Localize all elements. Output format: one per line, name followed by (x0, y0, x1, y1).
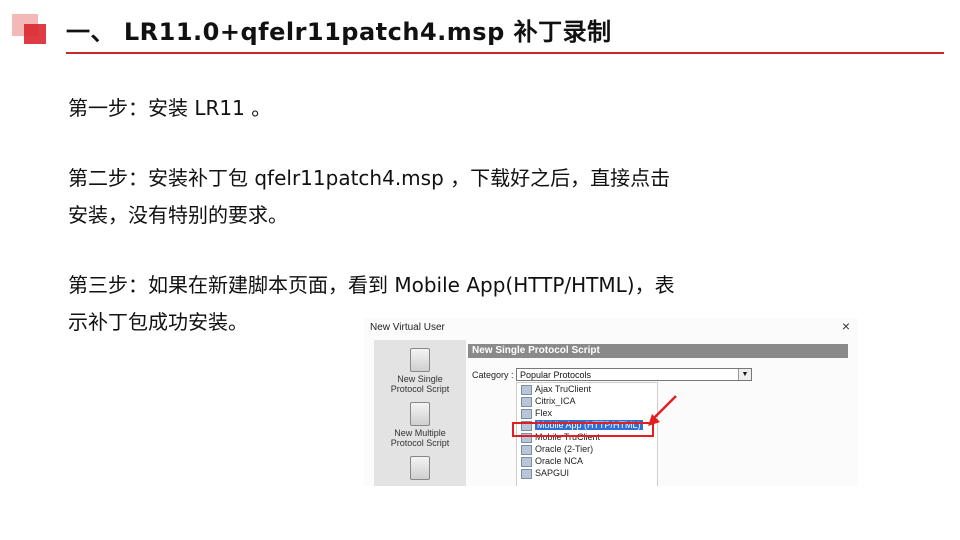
new-single-protocol-tool[interactable]: New Single Protocol Script (380, 348, 460, 394)
protocol-label: Flex (535, 408, 553, 418)
third-tool[interactable] (380, 456, 460, 482)
new-single-protocol-label: New Single Protocol Script (390, 374, 450, 394)
chevron-down-icon[interactable]: ▼ (738, 369, 751, 380)
script-icon (410, 348, 430, 372)
page-title: 一、 LR11.0+qfelr11patch4.msp 补丁录制 (66, 18, 612, 46)
protocol-icon (521, 457, 532, 467)
protocol-item[interactable]: Oracle (2-Tier) (517, 443, 657, 455)
section-header: New Single Protocol Script (468, 344, 848, 358)
protocol-label: Citrix_ICA (535, 396, 576, 406)
protocol-item[interactable]: SAPGUI (517, 467, 657, 479)
new-virtual-user-dialog-screenshot: New Virtual User × New Single Protocol S… (364, 318, 858, 486)
highlight-box (512, 422, 654, 437)
red-arrow-icon (648, 395, 677, 426)
protocol-item[interactable]: Flex (517, 407, 657, 419)
dialog-tool-pane: New Single Protocol Script New Multiple … (374, 340, 466, 486)
logo-icon (12, 14, 48, 44)
category-select[interactable]: Popular Protocols ▼ (516, 368, 752, 381)
new-multiple-protocol-tool[interactable]: New Multiple Protocol Script (380, 402, 460, 448)
protocol-icon (521, 409, 532, 419)
script-icon (410, 402, 430, 426)
close-icon[interactable]: × (842, 318, 850, 334)
dialog-title: New Virtual User (370, 322, 445, 333)
category-value: Popular Protocols (520, 370, 592, 380)
step-one: 第一步：安装 LR11 。 (68, 90, 271, 127)
protocol-label: Oracle NCA (535, 456, 584, 466)
step-two: 第二步：安装补丁包 qfelr11patch4.msp ，下载好之后，直接点击 … (68, 160, 670, 234)
step-three-line1: 第三步：如果在新建脚本页面，看到 Mobile App(HTTP/HTML)，表 (68, 273, 675, 297)
protocol-item[interactable]: Citrix_ICA (517, 395, 657, 407)
protocol-item[interactable]: Ajax TruClient (517, 383, 657, 395)
protocol-label: SAPGUI (535, 468, 570, 478)
protocol-label: Ajax TruClient (535, 384, 592, 394)
script-icon (410, 456, 430, 480)
category-label: Category : (472, 370, 514, 380)
protocol-item[interactable]: Oracle NCA (517, 455, 657, 467)
protocol-icon (521, 445, 532, 455)
protocol-label: Oracle (2-Tier) (535, 444, 594, 454)
protocol-icon (521, 469, 532, 479)
title-divider (66, 52, 944, 54)
protocol-icon (521, 385, 532, 395)
protocol-icon (521, 397, 532, 407)
step-one-text: 第一步：安装 LR11 。 (68, 96, 272, 120)
step-two-line2: 安装，没有特别的要求。 (68, 203, 288, 227)
step-two-line1: 第二步：安装补丁包 qfelr11patch4.msp ，下载好之后，直接点击 (68, 166, 671, 190)
new-multiple-protocol-label: New Multiple Protocol Script (390, 428, 450, 448)
